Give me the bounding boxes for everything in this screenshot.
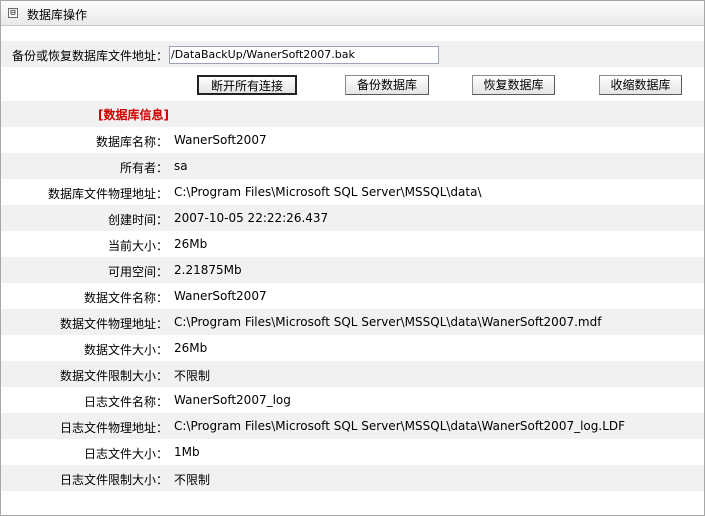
- info-value: 1Mb: [174, 445, 200, 459]
- info-row-free-space: 可用空间： 2.21875Mb: [1, 257, 704, 283]
- info-label: 日志文件限制大小：: [59, 473, 168, 487]
- info-row-data-file-path: 数据文件物理地址： C:\Program Files\Microsoft SQL…: [1, 309, 704, 335]
- backup-database-button[interactable]: 备份数据库: [345, 75, 429, 95]
- info-value: 不限制: [174, 473, 211, 487]
- info-value: C:\Program Files\Microsoft SQL Server\MS…: [174, 419, 626, 433]
- info-value: 2.21875Mb: [174, 263, 242, 277]
- info-label: 日志文件大小：: [83, 447, 168, 461]
- info-label: 数据库文件物理地址：: [47, 187, 168, 201]
- info-row-created: 创建时间： 2007-10-05 22:22:26.437: [1, 205, 704, 231]
- info-value: WanerSoft2007: [174, 289, 267, 303]
- info-value: C:\Program Files\Microsoft SQL Server\MS…: [174, 185, 482, 199]
- info-label: 数据文件物理地址：: [59, 317, 168, 331]
- info-value: WanerSoft2007_log: [174, 393, 291, 407]
- info-row-log-file-size: 日志文件大小： 1Mb: [1, 439, 704, 465]
- info-value: sa: [174, 159, 188, 173]
- collapse-icon[interactable]: ⊟: [8, 8, 18, 18]
- info-label: 当前大小：: [107, 239, 168, 253]
- info-value: 26Mb: [174, 341, 208, 355]
- info-value: 不限制: [174, 369, 211, 383]
- info-row-owner: 所有者： sa: [1, 153, 704, 179]
- info-label: 日志文件名称：: [83, 395, 168, 409]
- info-value: C:\Program Files\Microsoft SQL Server\MS…: [174, 315, 602, 329]
- info-section-row: [数据库信息]: [1, 101, 704, 127]
- info-row-log-file-limit: 日志文件限制大小： 不限制: [1, 465, 704, 491]
- info-row-log-file-path: 日志文件物理地址： C:\Program Files\Microsoft SQL…: [1, 413, 704, 439]
- panel-title: 数据库操作: [27, 8, 88, 22]
- info-value: 26Mb: [174, 237, 208, 251]
- info-label: 所有者：: [119, 161, 168, 175]
- info-row-log-file-name: 日志文件名称： WanerSoft2007_log: [1, 387, 704, 413]
- info-value: WanerSoft2007: [174, 133, 267, 147]
- info-label: 创建时间：: [107, 213, 168, 227]
- info-label: 数据文件限制大小：: [59, 369, 168, 383]
- info-label: 数据文件名称：: [83, 291, 168, 305]
- info-row-data-file-limit: 数据文件限制大小： 不限制: [1, 361, 704, 387]
- info-label: 日志文件物理地址：: [59, 421, 168, 435]
- info-row-data-file-name: 数据文件名称： WanerSoft2007: [1, 283, 704, 309]
- shrink-database-button[interactable]: 收缩数据库: [599, 75, 682, 95]
- info-section-title: [数据库信息]: [98, 108, 169, 122]
- info-label: 数据文件大小：: [83, 343, 168, 357]
- panel-header: ⊟ 数据库操作: [1, 1, 704, 26]
- info-value: 2007-10-05 22:22:26.437: [174, 211, 329, 225]
- info-row-db-name: 数据库名称： WanerSoft2007: [1, 127, 704, 153]
- backup-path-label: 备份或恢复数据库文件地址：: [11, 49, 168, 63]
- database-operations-panel: ⊟ 数据库操作 备份或恢复数据库文件地址： 断开所有连接 备份数据库 恢复数据库…: [0, 0, 705, 516]
- info-row-current-size: 当前大小： 26Mb: [1, 231, 704, 257]
- info-label: 数据库名称：: [95, 135, 168, 149]
- info-label: 可用空间：: [107, 265, 168, 279]
- backup-path-input[interactable]: [169, 46, 439, 64]
- info-row-data-file-size: 数据文件大小： 26Mb: [1, 335, 704, 361]
- restore-database-button[interactable]: 恢复数据库: [472, 75, 555, 95]
- info-row-db-path: 数据库文件物理地址： C:\Program Files\Microsoft SQ…: [1, 179, 704, 205]
- disconnect-all-button[interactable]: 断开所有连接: [197, 75, 297, 95]
